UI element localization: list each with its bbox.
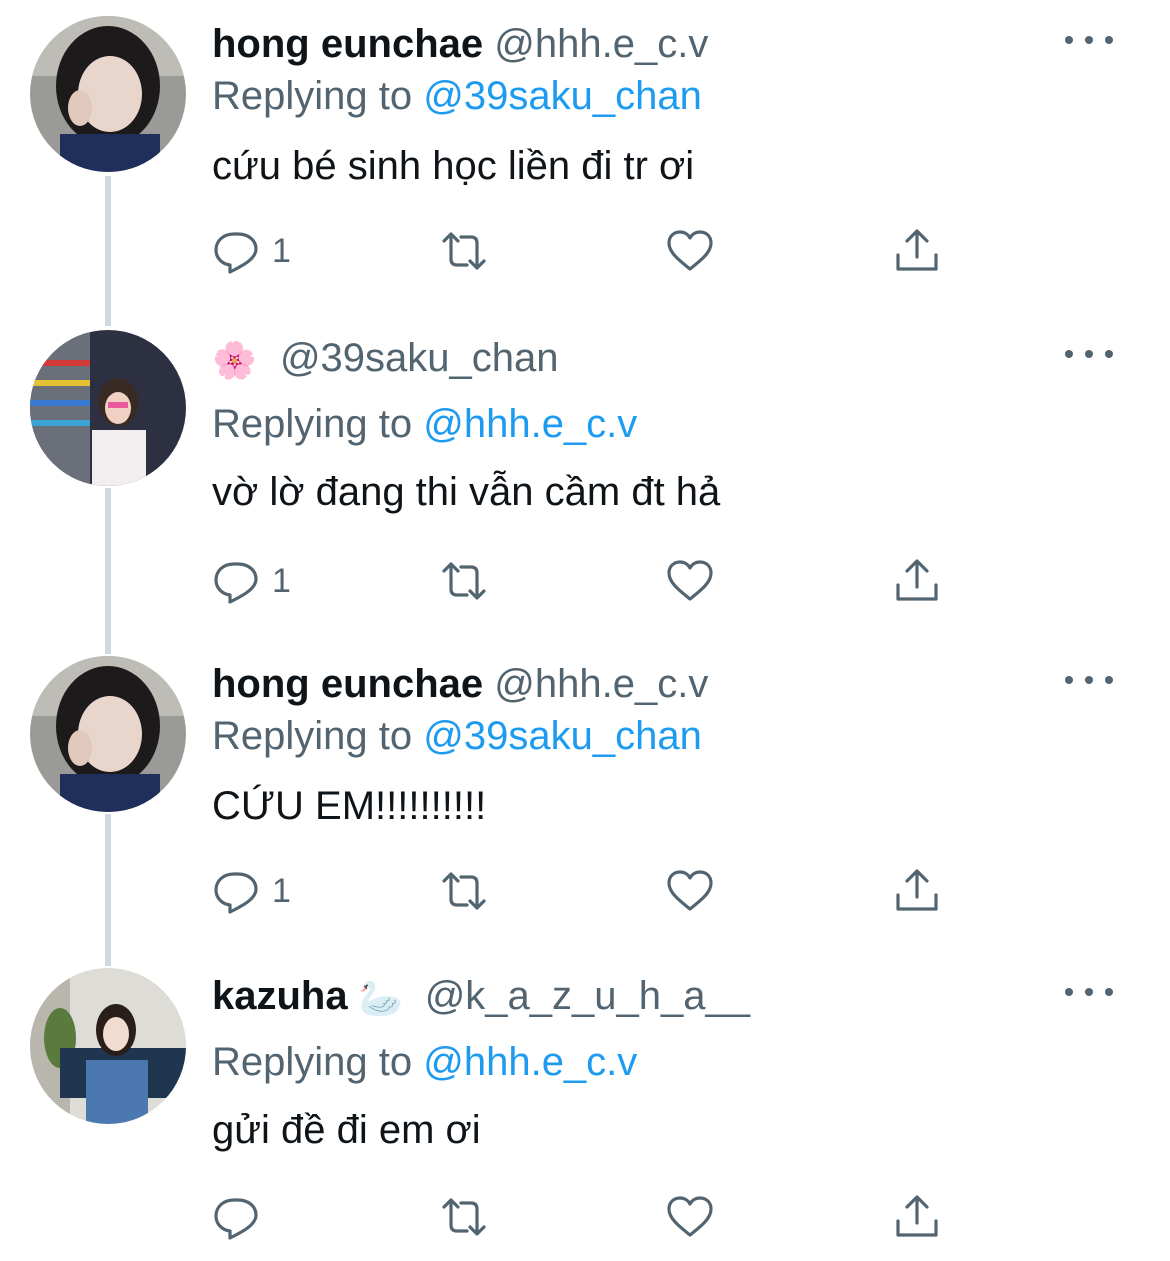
tweet[interactable]: hong eunchae @hhh.e_c.v Replying to @39s… (0, 656, 1170, 956)
tweet-text: gửi đề đi em ơi (212, 1108, 481, 1152)
replying-to-mention[interactable]: @39saku_chan (423, 714, 702, 758)
display-name[interactable]: hong eunchae (212, 22, 483, 66)
tweet-header: kazuha 🦢 @k_a_z_u_h_a__ (212, 968, 750, 1024)
avatar[interactable] (30, 656, 186, 812)
heart-icon (667, 1196, 713, 1237)
tweet[interactable]: kazuha 🦢 @k_a_z_u_h_a__ Replying to @hhh… (0, 968, 1170, 1258)
more-options-icon[interactable] (1065, 340, 1113, 368)
reply-button[interactable]: 1 (212, 556, 291, 606)
share-icon (896, 559, 938, 601)
replying-prefix: Replying to (212, 402, 424, 446)
avatar-image (30, 656, 186, 812)
share-button[interactable] (893, 1192, 941, 1242)
replying-to-mention[interactable]: @hhh.e_c.v (423, 1040, 637, 1084)
retweet-icon (442, 232, 486, 270)
replying-prefix: Replying to (212, 1040, 424, 1084)
user-handle[interactable]: @k_a_z_u_h_a__ (425, 974, 750, 1018)
tweet-text: cứu bé sinh học liền đi tr ơi (212, 144, 695, 188)
retweet-icon (442, 1198, 486, 1236)
tweet-header: hong eunchae @hhh.e_c.v (212, 16, 708, 72)
display-name-emoji: 🌸 (212, 339, 257, 381)
tweet-text: CỨU EM!!!!!!!!!! (212, 784, 487, 828)
more-options-icon[interactable] (1065, 26, 1113, 54)
more-options-icon[interactable] (1065, 666, 1113, 694)
share-button[interactable] (893, 556, 941, 606)
more-options-icon[interactable] (1065, 978, 1113, 1006)
user-handle[interactable]: @hhh.e_c.v (494, 662, 708, 706)
user-handle[interactable]: @39saku_chan (280, 336, 559, 380)
reply-count: 1 (272, 231, 291, 270)
retweet-button[interactable] (440, 866, 488, 916)
reply-button[interactable]: 1 (212, 866, 291, 916)
avatar-image (30, 968, 186, 1124)
heart-icon (667, 870, 713, 911)
avatar[interactable] (30, 330, 186, 486)
share-icon (896, 229, 938, 271)
tweet[interactable]: 🌸 @39saku_chan Replying to @hhh.e_c.v vờ… (0, 330, 1170, 640)
share-button[interactable] (893, 226, 941, 276)
like-button[interactable] (666, 556, 714, 606)
reply-button[interactable]: 1 (212, 226, 291, 276)
replying-prefix: Replying to (212, 714, 424, 758)
replying-to: Replying to @39saku_chan (212, 68, 702, 124)
replying-prefix: Replying to (212, 74, 424, 118)
share-icon (896, 869, 938, 911)
display-name[interactable]: kazuha (212, 974, 348, 1018)
replying-to: Replying to @hhh.e_c.v (212, 396, 637, 452)
like-button[interactable] (666, 1192, 714, 1242)
reply-count: 1 (272, 871, 291, 910)
retweet-button[interactable] (440, 226, 488, 276)
replying-to: Replying to @39saku_chan (212, 708, 702, 764)
like-button[interactable] (666, 226, 714, 276)
retweet-icon (442, 562, 486, 600)
tweet-header: 🌸 @39saku_chan (212, 330, 559, 386)
replying-to: Replying to @hhh.e_c.v (212, 1034, 637, 1090)
retweet-button[interactable] (440, 1192, 488, 1242)
tweet[interactable]: hong eunchae @hhh.e_c.v Replying to @39s… (0, 16, 1170, 316)
heart-icon (667, 560, 713, 601)
share-button[interactable] (893, 866, 941, 916)
avatar-image (30, 330, 186, 486)
avatar-image (30, 16, 186, 172)
display-name[interactable]: hong eunchae (212, 662, 483, 706)
replying-to-mention[interactable]: @39saku_chan (423, 74, 702, 118)
replying-to-mention[interactable]: @hhh.e_c.v (423, 402, 637, 446)
reply-icon (214, 872, 258, 914)
reply-icon (214, 232, 258, 274)
reply-icon (214, 1198, 258, 1240)
retweet-button[interactable] (440, 556, 488, 606)
heart-icon (667, 230, 713, 271)
avatar[interactable] (30, 16, 186, 172)
reply-icon (214, 562, 258, 604)
share-icon (896, 1195, 938, 1237)
tweet-text: vờ lờ đang thi vẫn cầm đt hả (212, 470, 721, 514)
retweet-icon (442, 872, 486, 910)
tweet-header: hong eunchae @hhh.e_c.v (212, 656, 708, 712)
reply-button[interactable] (212, 1192, 272, 1242)
display-name-emoji: 🦢 (358, 977, 404, 1019)
reply-count: 1 (272, 561, 291, 600)
like-button[interactable] (666, 866, 714, 916)
user-handle[interactable]: @hhh.e_c.v (494, 22, 708, 66)
avatar[interactable] (30, 968, 186, 1124)
